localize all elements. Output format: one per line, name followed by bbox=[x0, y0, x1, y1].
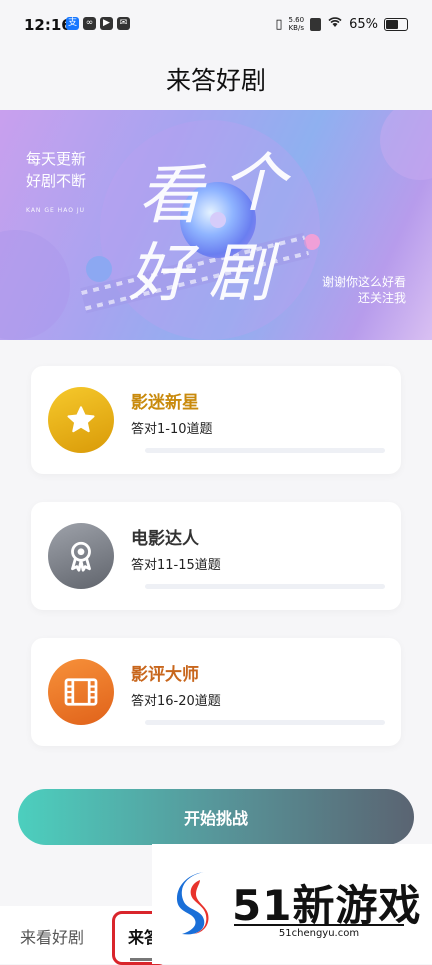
banner-left-small: KAN GE HAO JU bbox=[26, 207, 85, 214]
net-speed: 5.60 KB/s bbox=[289, 16, 305, 32]
level-icon-2 bbox=[48, 523, 114, 589]
banner-big-char-3: 好 bbox=[128, 237, 192, 311]
net-speed-value: 5.60 bbox=[288, 16, 305, 24]
banner-left-line2: 好剧不断 bbox=[26, 172, 87, 190]
page-header: 来答好剧 bbox=[0, 52, 432, 110]
banner-right-text: 谢谢你这么好看 还关注我 bbox=[322, 274, 406, 306]
level-subtitle-1: 答对1-10道题 bbox=[131, 422, 213, 437]
alipay-icon: 支 bbox=[66, 17, 79, 30]
banner-circle-right bbox=[380, 110, 432, 180]
level-progress-2 bbox=[145, 584, 385, 589]
level-title-1: 影迷新星 bbox=[131, 393, 199, 413]
watermark-url: 51chengyu.com bbox=[234, 924, 404, 939]
film-icon bbox=[64, 678, 98, 706]
banner-left-text: 每天更新 好剧不断 KAN GE HAO JU bbox=[26, 148, 86, 222]
star-icon bbox=[67, 406, 95, 433]
level-icon-3 bbox=[48, 659, 114, 725]
status-time: 12:16 bbox=[24, 16, 72, 34]
banner-big-char-4: 剧 bbox=[208, 237, 272, 311]
banner-dot-blue bbox=[86, 256, 112, 282]
level-subtitle-3: 答对16-20道题 bbox=[131, 694, 221, 709]
battery-icon bbox=[384, 17, 408, 31]
status-right: ▯ 5.60 KB/s 65% bbox=[275, 16, 408, 32]
award-ribbon-icon bbox=[71, 541, 91, 572]
promo-banner: 每天更新 好剧不断 KAN GE HAO JU 看 个 好 剧 谢谢你这么好看 … bbox=[0, 110, 432, 340]
banner-right-line1: 谢谢你这么好看 bbox=[321, 275, 406, 289]
watermark-overlay: 51新游戏 51chengyu.com bbox=[152, 844, 432, 964]
play-icon: ▶ bbox=[100, 17, 113, 30]
mail-icon: ✉ bbox=[117, 17, 130, 30]
level-card-3[interactable]: 影评大师 答对16-20道题 bbox=[31, 638, 401, 746]
tab-watch[interactable]: 来看好剧 bbox=[20, 924, 84, 948]
start-challenge-button[interactable]: 开始挑战 bbox=[18, 789, 414, 845]
battery-level: 65% bbox=[349, 16, 378, 32]
level-title-3: 影评大师 bbox=[131, 665, 199, 685]
net-speed-unit: KB/s bbox=[288, 24, 304, 32]
sim-off-icon bbox=[310, 17, 322, 31]
banner-right-line2: 还关注我 bbox=[357, 291, 406, 305]
level-icon-1 bbox=[48, 387, 114, 453]
level-subtitle-2: 答对11-15道题 bbox=[131, 558, 221, 573]
level-card-2[interactable]: 电影达人 答对11-15道题 bbox=[31, 502, 401, 610]
app-icon: ∞ bbox=[83, 17, 96, 30]
banner-left-line1: 每天更新 bbox=[26, 150, 87, 168]
vibrate-icon: ▯ bbox=[275, 16, 283, 32]
status-bar: 12:16 支 ∞ ▶ ✉ ▯ 5.60 KB/s 65% bbox=[0, 0, 432, 52]
notification-icons: 支 ∞ ▶ ✉ bbox=[66, 17, 130, 30]
level-title-2: 电影达人 bbox=[131, 529, 199, 549]
wifi-icon bbox=[327, 16, 343, 32]
watermark-logo-icon bbox=[176, 872, 209, 935]
banner-big-char-2: 个 bbox=[222, 147, 286, 221]
page-title: 来答好剧 bbox=[165, 66, 266, 95]
level-progress-3 bbox=[145, 720, 385, 725]
level-card-1[interactable]: 影迷新星 答对1-10道题 bbox=[31, 366, 401, 474]
level-progress-1 bbox=[145, 448, 385, 453]
banner-circle-left bbox=[0, 230, 70, 340]
